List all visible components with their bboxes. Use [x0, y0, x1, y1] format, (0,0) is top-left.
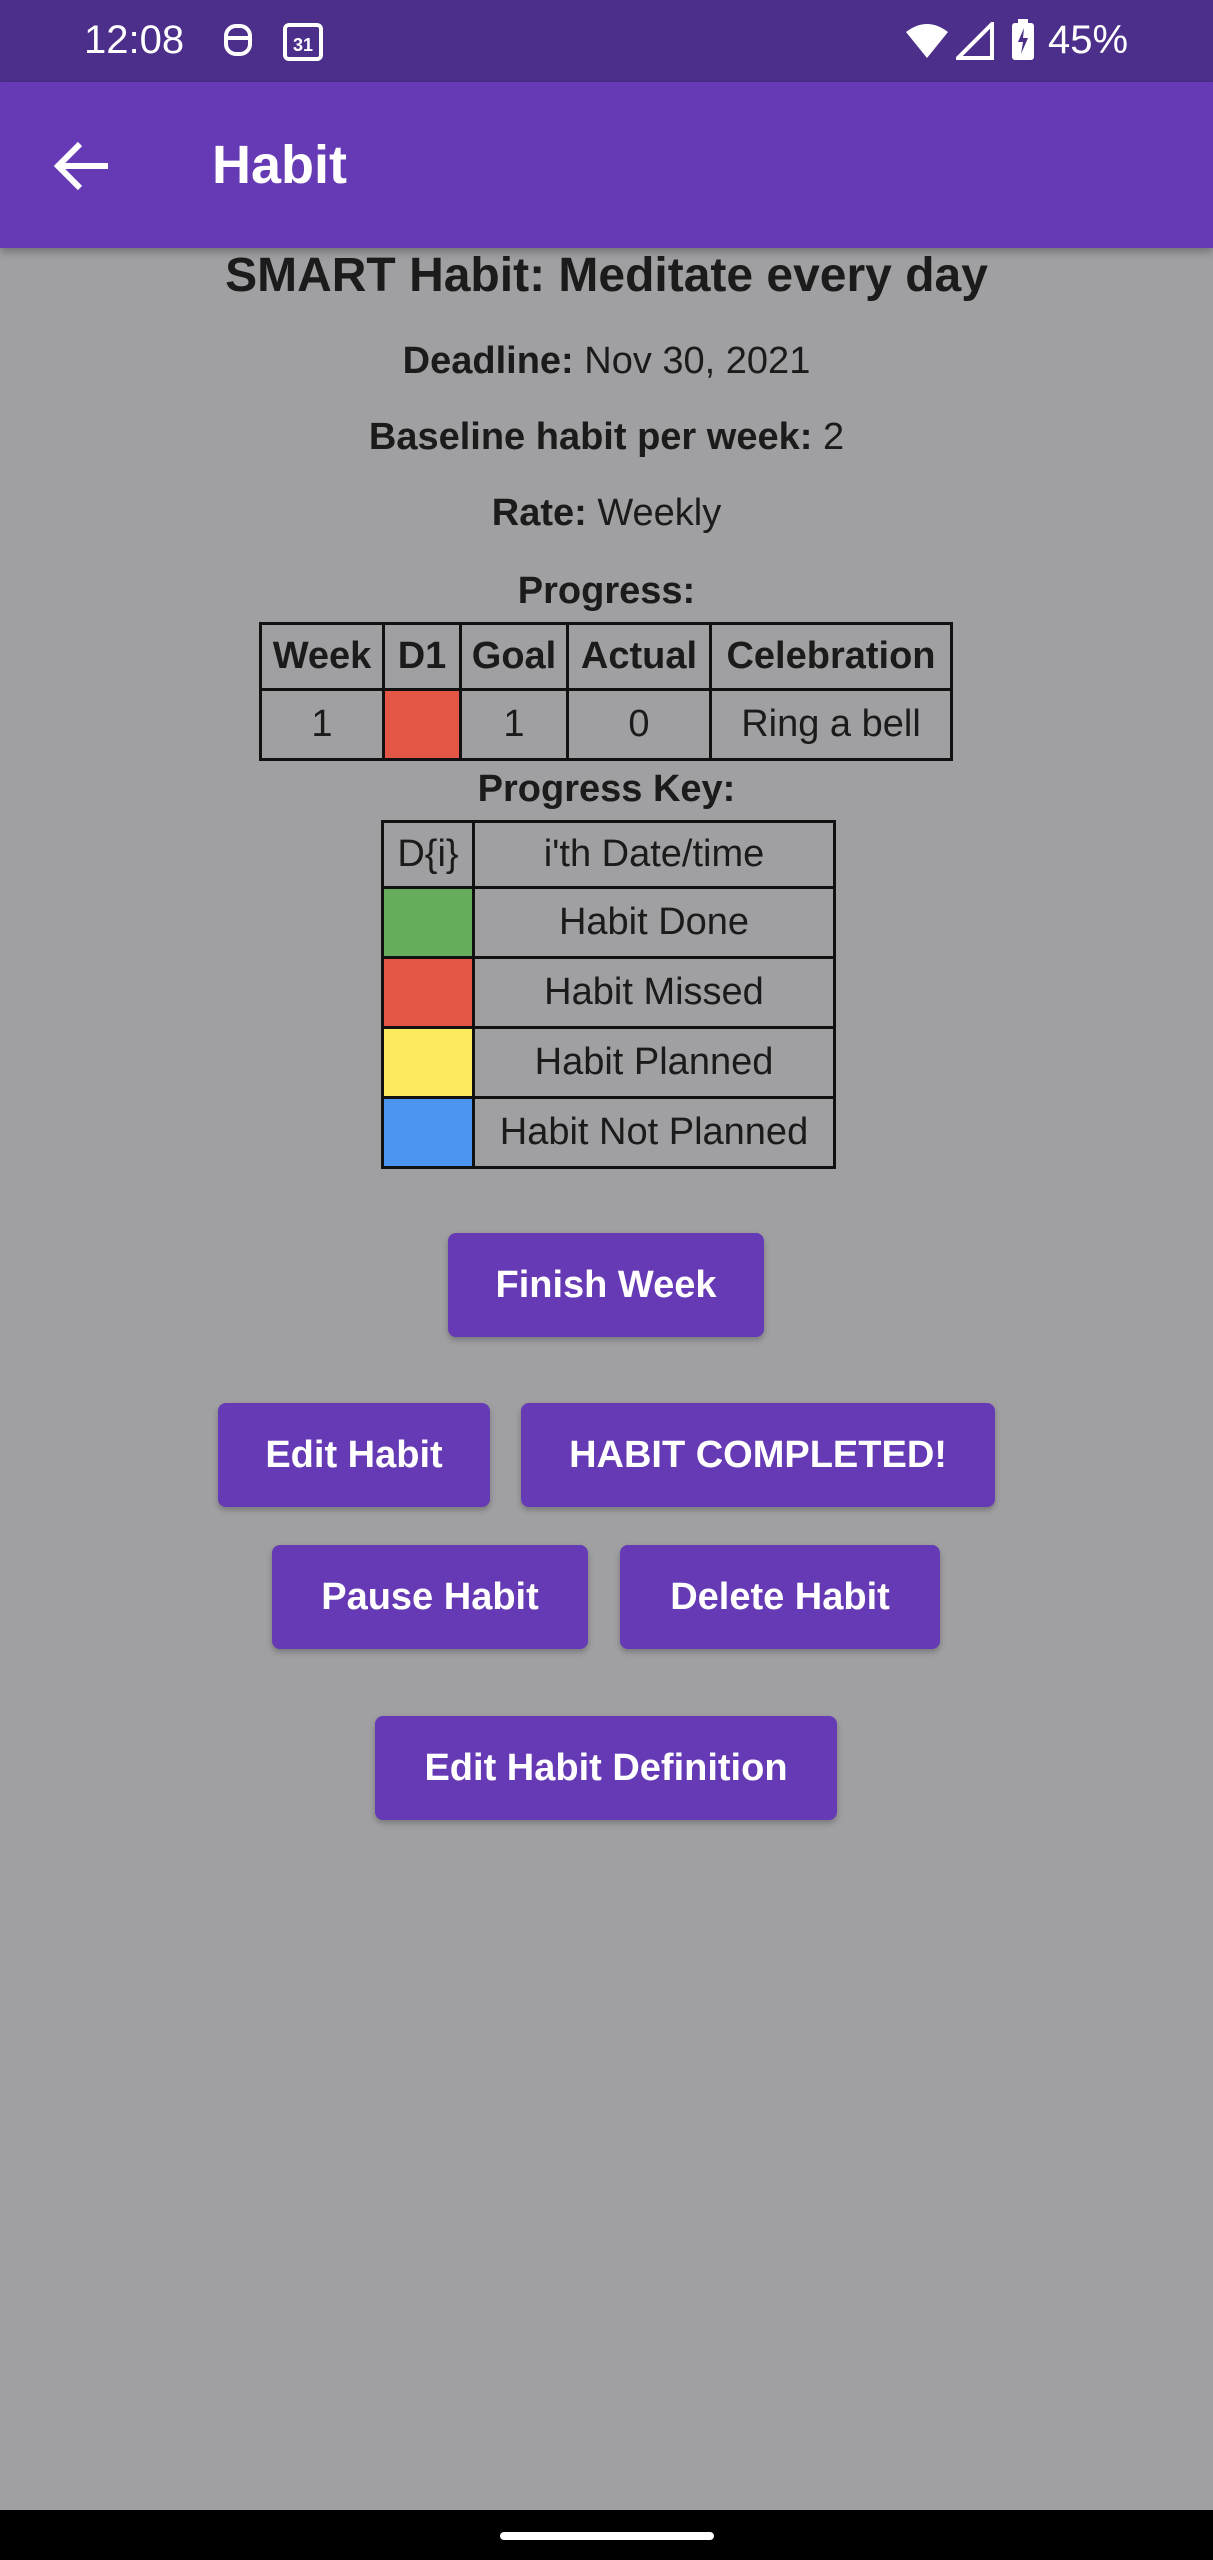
calendar-icon: 31: [282, 20, 324, 67]
assistant-icon: [220, 20, 256, 65]
progress-heading: Progress:: [517, 570, 696, 612]
key-label: Habit Planned: [472, 1026, 836, 1099]
key-row: Habit Planned: [381, 1026, 836, 1099]
edit-habit-definition-button[interactable]: Edit Habit Definition: [375, 1716, 837, 1820]
key-symbol: D{i}: [381, 820, 475, 889]
delete-habit-button[interactable]: Delete Habit: [620, 1545, 940, 1649]
baseline-line: Baseline habit per week: 2: [0, 416, 1213, 459]
header-d1: D1: [382, 622, 462, 691]
edit-habit-button[interactable]: Edit Habit: [218, 1403, 490, 1507]
deadline-line: Deadline: Nov 30, 2021: [0, 340, 1213, 383]
deadline-label: Deadline:: [402, 340, 574, 382]
swatch-done: [381, 886, 475, 959]
app-bar: Habit: [0, 82, 1213, 248]
header-goal: Goal: [459, 622, 569, 691]
header-actual: Actual: [566, 622, 712, 691]
swatch-not-planned: [381, 1096, 475, 1169]
rate-value: Weekly: [586, 492, 722, 534]
rate-label: Rate:: [491, 492, 587, 534]
cell-d1-missed: [382, 688, 462, 761]
cell-actual: 0: [566, 688, 712, 761]
key-row: Habit Missed: [381, 956, 836, 1029]
key-row: Habit Done: [381, 886, 836, 959]
header-week: Week: [259, 622, 385, 691]
pause-habit-button[interactable]: Pause Habit: [272, 1545, 588, 1649]
battery-icon: [1010, 18, 1036, 67]
progress-key-table: D{i} i'th Date/time Habit Done Habit Mis…: [381, 820, 836, 1169]
cell-celebration: Ring a bell: [709, 688, 953, 761]
swatch-missed: [381, 956, 475, 1029]
key-label: i'th Date/time: [472, 820, 836, 889]
finish-week-button[interactable]: Finish Week: [448, 1233, 764, 1337]
habit-title: SMART Habit: Meditate every day: [225, 249, 988, 302]
key-label: Habit Missed: [472, 956, 836, 1029]
table-row: 1 1 0 Ring a bell: [259, 688, 953, 761]
baseline-value: 2: [812, 416, 845, 458]
habit-completed-button[interactable]: HABIT COMPLETED!: [521, 1403, 995, 1507]
calendar-date: 31: [293, 35, 313, 55]
status-bar: 12:08 31 45%: [0, 0, 1213, 82]
navigation-bar: [0, 2510, 1213, 2560]
key-row: Habit Not Planned: [381, 1096, 836, 1169]
swatch-planned: [381, 1026, 475, 1099]
cell-week: 1: [259, 688, 385, 761]
progress-key-heading: Progress Key:: [477, 768, 736, 810]
signal-icon: [953, 19, 994, 65]
home-gesture-handle[interactable]: [500, 2532, 714, 2540]
status-time: 12:08: [84, 18, 185, 62]
baseline-label: Baseline habit per week:: [368, 416, 813, 458]
arrow-left-icon: [53, 141, 108, 191]
header-celebration: Celebration: [709, 622, 953, 691]
wifi-icon: [904, 22, 950, 65]
key-row: D{i} i'th Date/time: [381, 820, 836, 889]
key-label: Habit Done: [472, 886, 836, 959]
battery-percent: 45%: [1048, 18, 1129, 62]
key-label: Habit Not Planned: [472, 1096, 836, 1169]
cell-goal: 1: [459, 688, 569, 761]
deadline-value: Nov 30, 2021: [573, 340, 811, 382]
rate-line: Rate: Weekly: [0, 492, 1213, 535]
progress-table: Week D1 Goal Actual Celebration 1 1 0 Ri…: [259, 622, 953, 761]
app-bar-title: Habit: [212, 135, 347, 195]
back-button[interactable]: [50, 136, 116, 196]
